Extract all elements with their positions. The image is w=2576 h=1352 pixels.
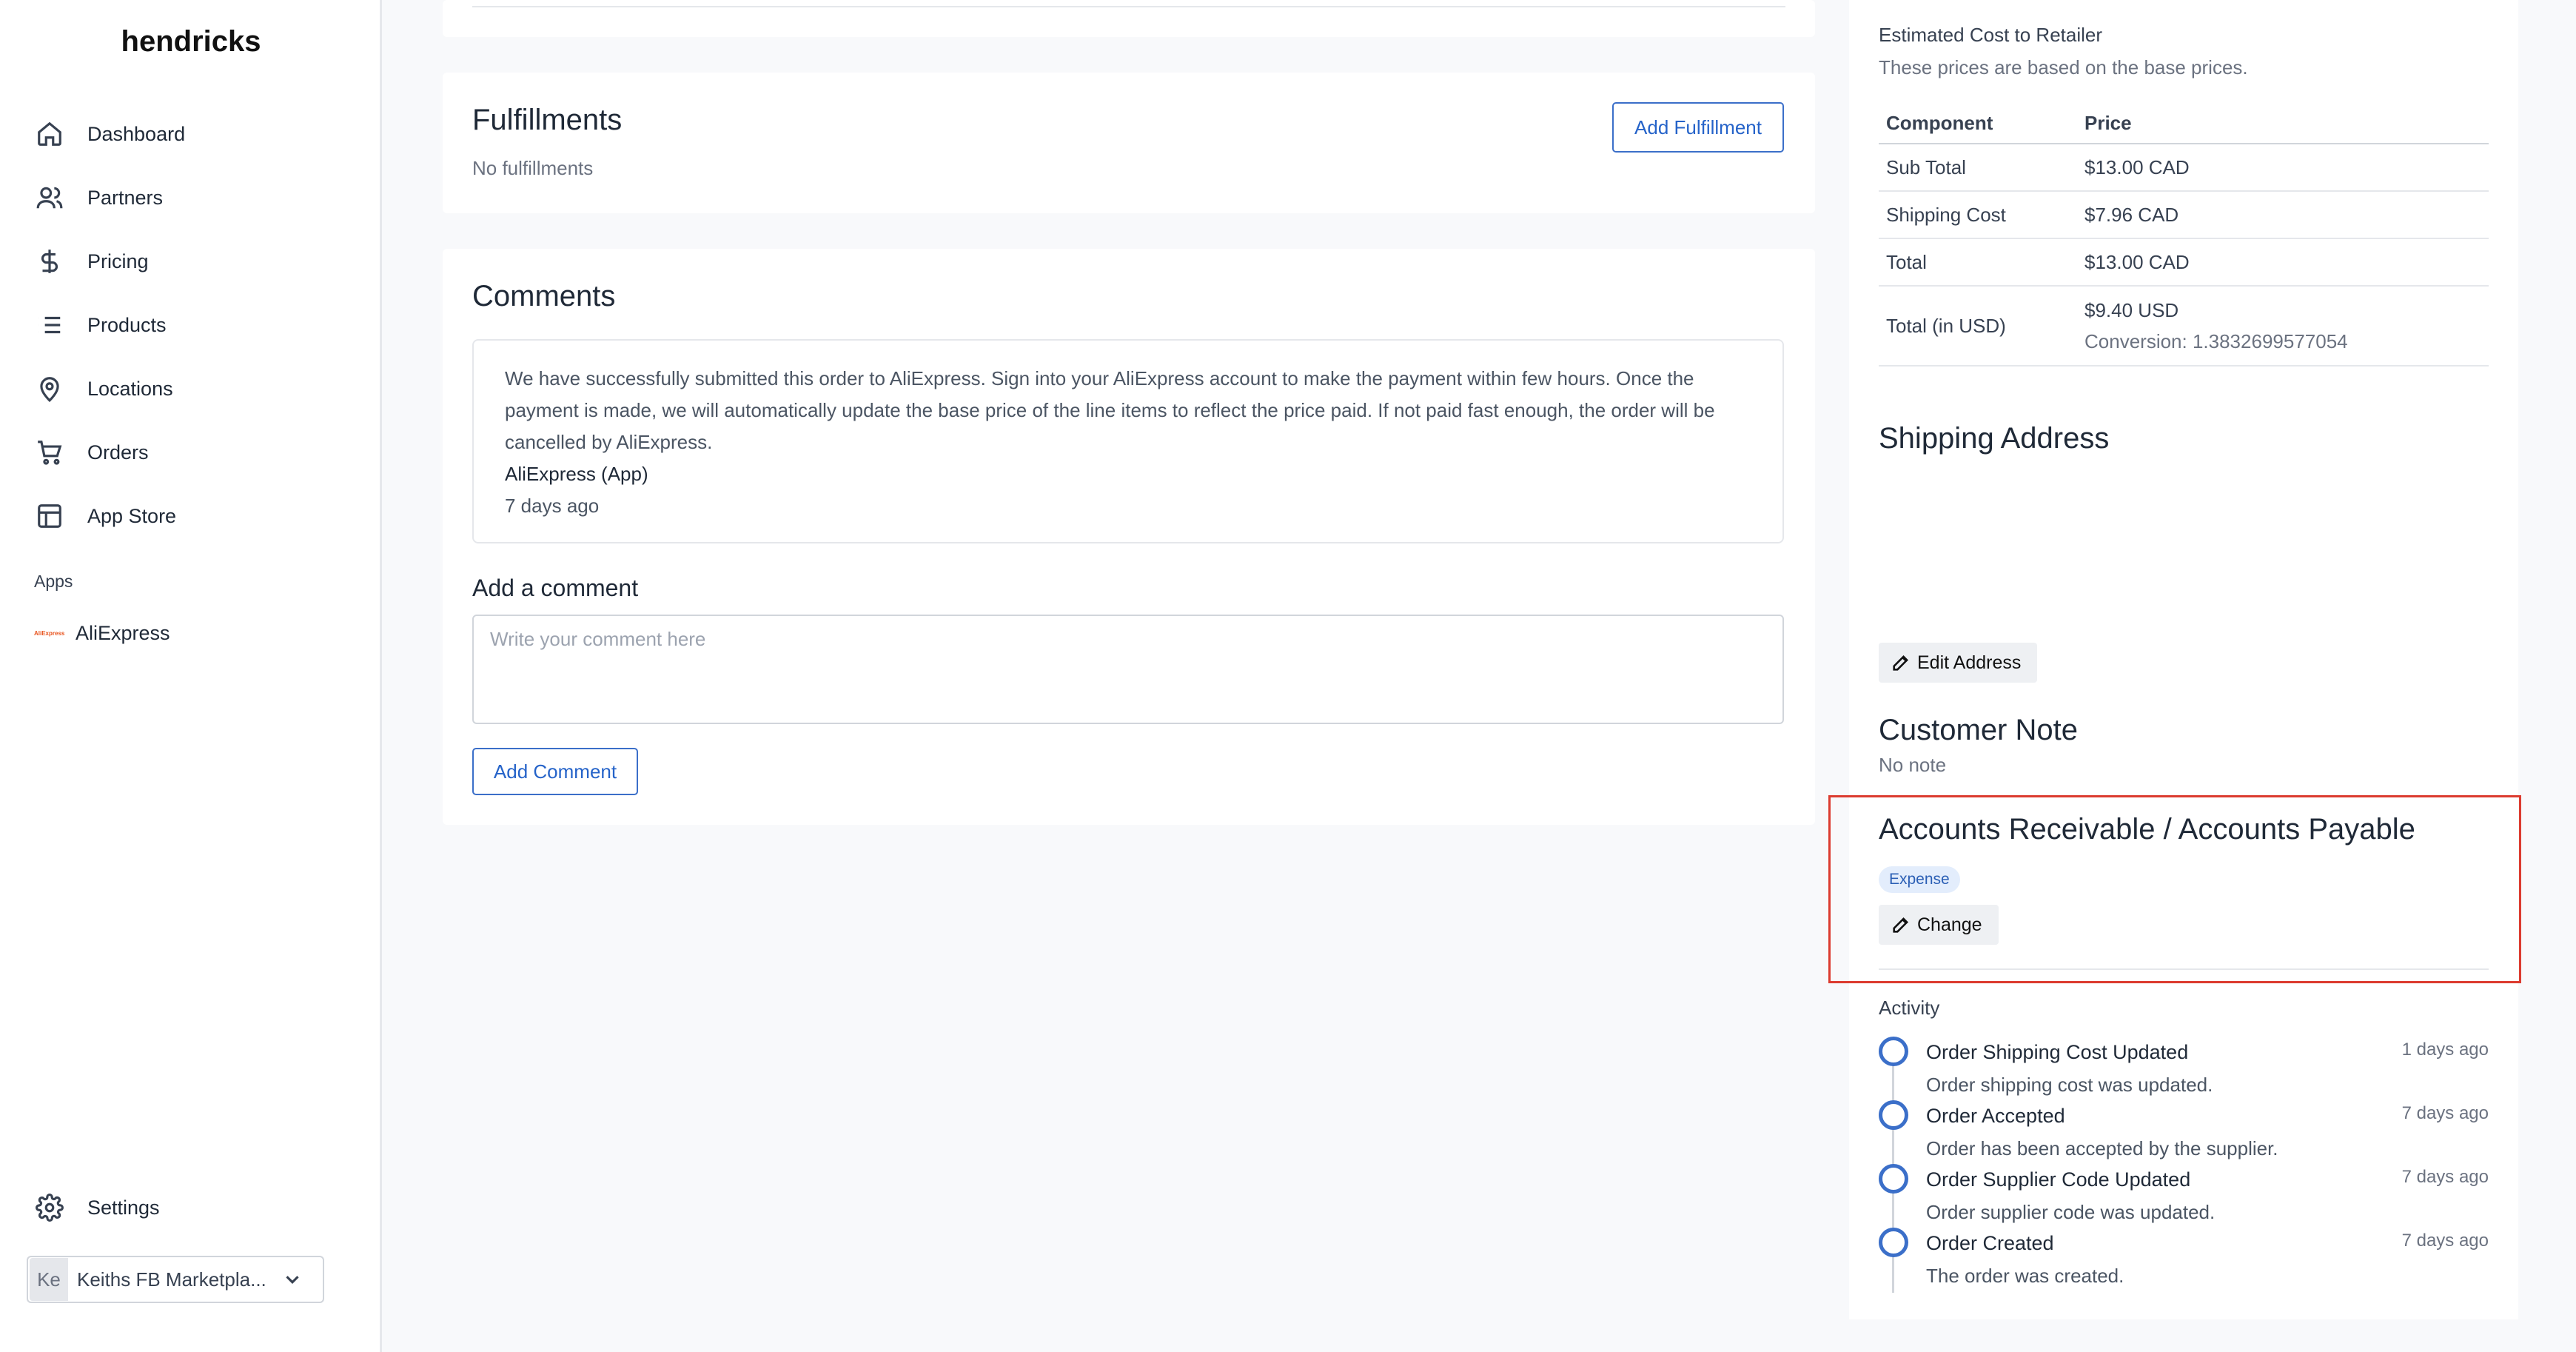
comment-item: We have successfully submitted this orde…	[472, 339, 1784, 543]
aliexpress-logo-icon: AliExpress	[34, 630, 65, 637]
highlight-box	[1828, 795, 2521, 983]
home-icon	[38, 121, 61, 146]
comment-author: AliExpress (App)	[505, 463, 648, 485]
activity-item-desc: Order has been accepted by the supplier.	[1926, 1137, 2278, 1159]
list-icon	[38, 316, 61, 334]
table-cell: Shipping Cost	[1879, 191, 2077, 239]
table-cell: Total (in USD)	[1879, 286, 2077, 367]
account-name: Keiths FB Marketpla...	[77, 1268, 266, 1291]
activity-item-time: 1 days ago	[2401, 1040, 2489, 1060]
nav-label: Dashboard	[87, 122, 186, 145]
comment-input[interactable]: Write your comment here	[472, 615, 1784, 724]
nav-label: Partners	[87, 186, 164, 209]
nav-label: Locations	[87, 377, 173, 400]
customer-note-value: No note	[1879, 754, 1947, 776]
sidebar: hendricks Dashboard Partners Pricing Pro…	[0, 0, 382, 1352]
edit-address-button[interactable]: Edit Address	[1879, 643, 2038, 683]
table-cell: Total	[1879, 238, 2077, 287]
order-items-card	[443, 0, 1815, 37]
chevron-down-icon	[286, 1276, 299, 1284]
account-switcher[interactable]: Ke Keiths FB Marketpla...	[27, 1256, 324, 1303]
gear-icon	[36, 1194, 64, 1222]
table-row: Total $13.00 CAD	[1879, 238, 2489, 287]
comment-time: 7 days ago	[505, 495, 600, 517]
table-row: Shipping Cost $7.96 CAD	[1879, 191, 2489, 239]
table-row: Total (in USD) $9.40 USD Conversion: 1.3…	[1879, 286, 2489, 367]
cart-icon	[38, 441, 62, 465]
activity-item-time: 7 days ago	[2401, 1167, 2489, 1187]
conversion-rate: Conversion: 1.3832699577054	[2084, 330, 2348, 352]
activity-item-desc: Order shipping cost was updated.	[1926, 1074, 2213, 1096]
timeline-dot-icon	[1879, 1037, 1908, 1066]
activity-item-title: Order Supplier Code Updated	[1926, 1168, 2191, 1191]
activity-item-title: Order Shipping Cost Updated	[1926, 1041, 2189, 1063]
nav-item-orders[interactable]: Orders	[0, 421, 382, 484]
users-icon	[36, 187, 63, 209]
customer-note-title: Customer Note	[1879, 714, 2078, 746]
activity-item-desc: The order was created.	[1926, 1265, 2124, 1287]
comment-text: We have successfully submitted this orde…	[505, 367, 1715, 453]
cost-subtitle: These prices are based on the base price…	[1879, 56, 2248, 78]
nav-item-dashboard[interactable]: Dashboard	[0, 102, 382, 166]
nav-item-settings[interactable]: Settings	[36, 1194, 160, 1222]
table-cell: Sub Total	[1879, 144, 2077, 192]
activity-item-title: Order Created	[1926, 1232, 2054, 1254]
activity-item-title: Order Accepted	[1926, 1105, 2065, 1127]
table-cell: $13.00 CAD	[2077, 238, 2489, 287]
add-fulfillment-button[interactable]: Add Fulfillment	[1612, 102, 1784, 153]
order-details-panel: Estimated Cost to Retailer These prices …	[1849, 0, 2518, 1319]
nav-item-products[interactable]: Products	[0, 293, 382, 357]
cost-title: Estimated Cost to Retailer	[1879, 24, 2103, 46]
nav-label: Products	[87, 313, 167, 336]
table-cell: $13.00 CAD	[2077, 144, 2489, 192]
nav-item-locations[interactable]: Locations	[0, 357, 382, 421]
add-comment-button[interactable]: Add Comment	[472, 748, 638, 795]
activity-item-time: 7 days ago	[2401, 1231, 2489, 1251]
button-label: Edit Address	[1917, 652, 2022, 673]
timeline-dot-icon	[1879, 1100, 1908, 1130]
nav-label: App Store	[87, 504, 177, 527]
timeline-dot-icon	[1879, 1164, 1908, 1194]
nav-item-pricing[interactable]: Pricing	[0, 230, 382, 293]
activity-title: Activity	[1879, 997, 1940, 1019]
comments-title: Comments	[472, 280, 616, 312]
activity-item-time: 7 days ago	[2401, 1103, 2489, 1123]
apps-section-title: Apps	[34, 572, 73, 591]
avatar: Ke	[30, 1258, 68, 1301]
table-cell: $9.40 USD Conversion: 1.3832699577054	[2077, 286, 2489, 367]
app-label: AliExpress	[76, 622, 170, 644]
price-value: $9.40 USD	[2084, 299, 2179, 321]
shipping-address-title: Shipping Address	[1879, 422, 2110, 455]
nav-label: Orders	[87, 441, 149, 464]
table-cell: $7.96 CAD	[2077, 191, 2489, 239]
nav-item-app-store[interactable]: App Store	[0, 484, 382, 548]
table-header-row: Component Price	[1879, 104, 2489, 144]
add-comment-title: Add a comment	[472, 575, 639, 601]
activity-item: Order Shipping Cost Updated Order shippi…	[1879, 1037, 2489, 1100]
activity-item: Order Created The order was created. 7 d…	[1879, 1228, 2489, 1291]
column-header: Component	[1879, 104, 2077, 144]
activity-item: Order Supplier Code Updated Order suppli…	[1879, 1164, 2489, 1228]
settings-label: Settings	[87, 1196, 160, 1219]
cost-table: Component Price Sub Total $13.00 CAD Shi…	[1879, 104, 2489, 367]
dollar-icon	[41, 250, 58, 273]
divider	[472, 6, 1785, 7]
activity-item-desc: Order supplier code was updated.	[1926, 1201, 2216, 1223]
fulfillments-empty-text: No fulfillments	[472, 157, 594, 179]
layout-icon	[38, 504, 61, 528]
column-header: Price	[2077, 104, 2489, 144]
activity-item: Order Accepted Order has been accepted b…	[1879, 1100, 2489, 1164]
comments-card: Comments We have successfully submitted …	[443, 249, 1815, 825]
brand-logo[interactable]: hendricks	[0, 25, 382, 58]
table-row: Sub Total $13.00 CAD	[1879, 144, 2489, 192]
nav-item-partners[interactable]: Partners	[0, 166, 382, 230]
map-pin-icon	[40, 377, 59, 402]
fulfillments-card: Fulfillments No fulfillments Add Fulfill…	[443, 73, 1815, 213]
fulfillments-title: Fulfillments	[472, 104, 623, 136]
main-nav: Dashboard Partners Pricing Products Loca…	[0, 102, 382, 548]
nav-label: Pricing	[87, 250, 149, 272]
pencil-icon	[1893, 655, 1908, 671]
app-item-aliexpress[interactable]: AliExpress AliExpress	[34, 622, 170, 645]
timeline-dot-icon	[1879, 1228, 1908, 1257]
